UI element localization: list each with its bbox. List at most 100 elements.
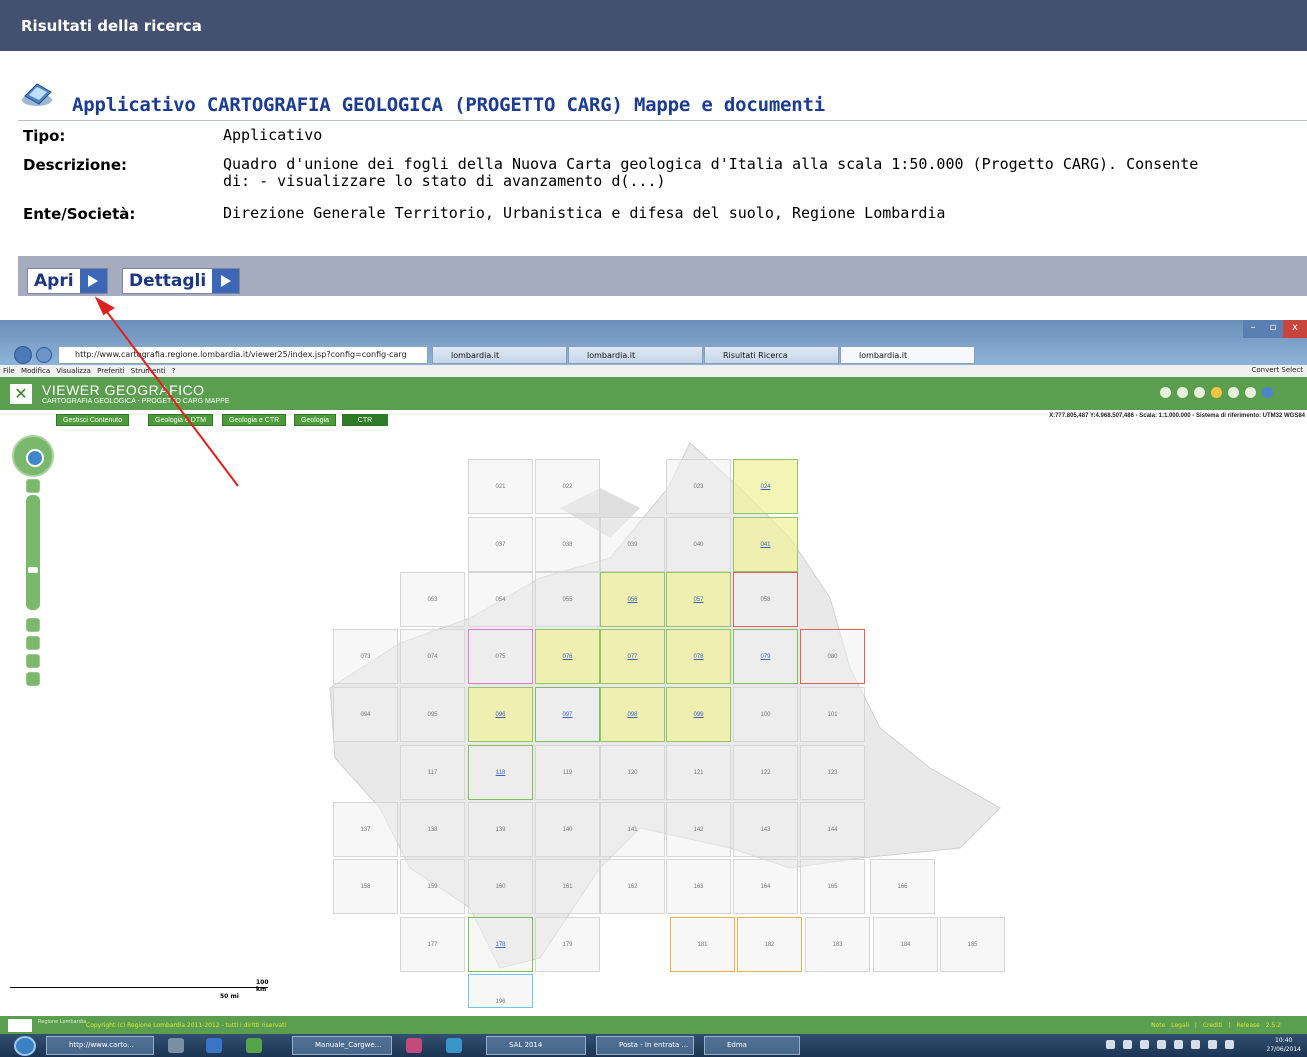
close-icon[interactable]: x	[1283, 320, 1307, 338]
taskbar-item[interactable]: Manuale_Cargwe...	[292, 1036, 392, 1055]
map-sheet-178[interactable]: 178	[468, 917, 533, 972]
ente-value: Direzione Generale Territorio, Urbanisti…	[223, 204, 946, 222]
browser-tab[interactable]: Risultati Ricerca	[704, 346, 839, 364]
footer-logo-icon	[8, 1019, 32, 1032]
map-sheet-185: 185	[940, 917, 1005, 972]
help-icon[interactable]	[1262, 387, 1273, 398]
minimize-icon[interactable]: –	[1243, 320, 1263, 338]
tray-icon[interactable]	[1140, 1040, 1149, 1049]
tool-icon[interactable]	[1245, 387, 1256, 398]
coordinates-readout: X:777.805,487 Y:4.968.507,486 - Scala: 1…	[1049, 413, 1305, 419]
tray-icon[interactable]	[1123, 1040, 1132, 1049]
map-sheet-182[interactable]: 182	[737, 917, 802, 972]
taskbar-item[interactable]: Posta - In entrata ...	[596, 1036, 694, 1055]
tab-geologia-dtm[interactable]: Geologia e DTM	[148, 414, 213, 426]
map-sheet-142: 142	[666, 802, 731, 857]
maximize-icon[interactable]: ▫	[1263, 320, 1283, 338]
map-sheet-057[interactable]: 057	[666, 572, 731, 627]
tool-icon[interactable]	[1228, 387, 1239, 398]
scale-bar: 100 km 50 mi	[10, 979, 274, 1000]
footer-links[interactable]: Note Legali | Crediti | Release 2.5.2	[1151, 1022, 1281, 1029]
descrizione-label: Descrizione:	[23, 156, 128, 174]
tool-icon[interactable]	[1194, 387, 1205, 398]
clock-time: 10:40	[1275, 1037, 1293, 1044]
title-divider	[18, 120, 1307, 121]
map-sheet-097[interactable]: 097	[535, 687, 600, 742]
map-sheet-024[interactable]: 024	[733, 459, 798, 514]
map-sheet-096[interactable]: 096	[468, 687, 533, 742]
app-icon[interactable]	[206, 1038, 222, 1053]
map-sheet-058[interactable]: 058	[733, 572, 798, 627]
map-sheet-098[interactable]: 098	[600, 687, 665, 742]
app-icon[interactable]	[246, 1038, 262, 1053]
taskbar-item[interactable]: SAL 2014	[486, 1036, 586, 1055]
map-sheet-073: 073	[333, 629, 398, 684]
map-sheet-166: 166	[870, 859, 935, 914]
map-sheet-177: 177	[400, 917, 465, 972]
toolbar-right[interactable]: Convert Select	[1252, 366, 1304, 374]
map-sheet-077[interactable]: 077	[600, 629, 665, 684]
map-sheet-137: 137	[333, 802, 398, 857]
tab-geologia[interactable]: Geologia	[294, 414, 337, 426]
tab-ctr[interactable]: CTR	[342, 414, 388, 426]
map-sheet-140: 140	[535, 802, 600, 857]
speaker-icon[interactable]	[1225, 1040, 1234, 1049]
map-sheet-078[interactable]: 078	[666, 629, 731, 684]
play-arrow-icon	[79, 269, 107, 293]
map-sheet-141: 141	[600, 802, 665, 857]
map-sheet-075[interactable]: 075	[468, 629, 533, 684]
map-sheet-056[interactable]: 056	[600, 572, 665, 627]
tray-icon[interactable]	[1191, 1040, 1200, 1049]
map-sheet-039: 039	[600, 517, 665, 572]
tray-icon[interactable]	[1208, 1040, 1217, 1049]
map-sheet-079[interactable]: 079	[733, 629, 798, 684]
map-sheet-120: 120	[600, 745, 665, 800]
address-bar[interactable]: http://www.cartografia.regione.lombardia…	[58, 346, 428, 364]
tab-geologia-ctr[interactable]: Geologia e CTR	[222, 414, 287, 426]
tool-icon[interactable]	[1177, 387, 1188, 398]
tab-gestisci-contenuto[interactable]: Gestisci Contenuto	[56, 414, 130, 426]
tipo-label: Tipo:	[23, 127, 66, 145]
map-sheet-196[interactable]: 196	[468, 974, 533, 1008]
app-icon[interactable]	[168, 1038, 184, 1053]
apri-button[interactable]: Apri	[27, 268, 108, 294]
map-sheet-159: 159	[400, 859, 465, 914]
map-sheet-038: 038	[535, 517, 600, 572]
map-sheet-074: 074	[400, 629, 465, 684]
taskbar-item[interactable]: Edma	[704, 1036, 800, 1055]
map-sheet-181[interactable]: 181	[670, 917, 735, 972]
application-title[interactable]: Applicativo CARTOGRAFIA GEOLOGICA (PROGE…	[72, 94, 825, 116]
footer-region: Regione Lombardia	[38, 1019, 87, 1025]
forward-icon[interactable]	[36, 347, 52, 363]
map-sheet-118[interactable]: 118	[468, 745, 533, 800]
map-sheet-117: 117	[400, 745, 465, 800]
map-canvas[interactable]: 021 022 023 024 037 038 039 040 041 053 054 055 056 0…	[0, 428, 1307, 1008]
map-sheet-099[interactable]: 099	[666, 687, 731, 742]
app-icon[interactable]	[446, 1038, 462, 1053]
browser-menu-bar[interactable]: File Modifica Visualizza Preferiti Strum…	[0, 365, 1307, 377]
map-sheet-163: 163	[666, 859, 731, 914]
tool-icon[interactable]	[1160, 387, 1171, 398]
map-sheet-040: 040	[666, 517, 731, 572]
taskbar-item[interactable]: http://www.carto...	[46, 1036, 154, 1055]
tray-icon[interactable]	[1106, 1040, 1115, 1049]
browser-tab[interactable]: lombardia.it	[568, 346, 703, 364]
clock[interactable]: 10:40 27/06/2014	[1266, 1036, 1301, 1054]
start-button-icon[interactable]	[14, 1036, 36, 1056]
folder-icon[interactable]	[1211, 387, 1222, 398]
tray-icon[interactable]	[1174, 1040, 1183, 1049]
clock-date: 27/06/2014	[1266, 1046, 1301, 1053]
map-sheet-080[interactable]: 080	[800, 629, 865, 684]
browser-tab-active[interactable]: lombardia.it	[840, 346, 975, 364]
map-sheet-041[interactable]: 041	[733, 517, 798, 572]
viewer-toolbar	[1160, 387, 1300, 403]
tray-icon[interactable]	[1157, 1040, 1166, 1049]
actions-bar: Apri Dettagli	[18, 256, 1307, 296]
map-sheet-094: 094	[333, 687, 398, 742]
dettagli-button[interactable]: Dettagli	[122, 268, 241, 294]
play-arrow-icon	[212, 269, 240, 293]
back-icon[interactable]	[14, 346, 32, 364]
browser-tab[interactable]: lombardia.it	[432, 346, 567, 364]
access-icon[interactable]	[406, 1038, 422, 1053]
map-sheet-076[interactable]: 076	[535, 629, 600, 684]
